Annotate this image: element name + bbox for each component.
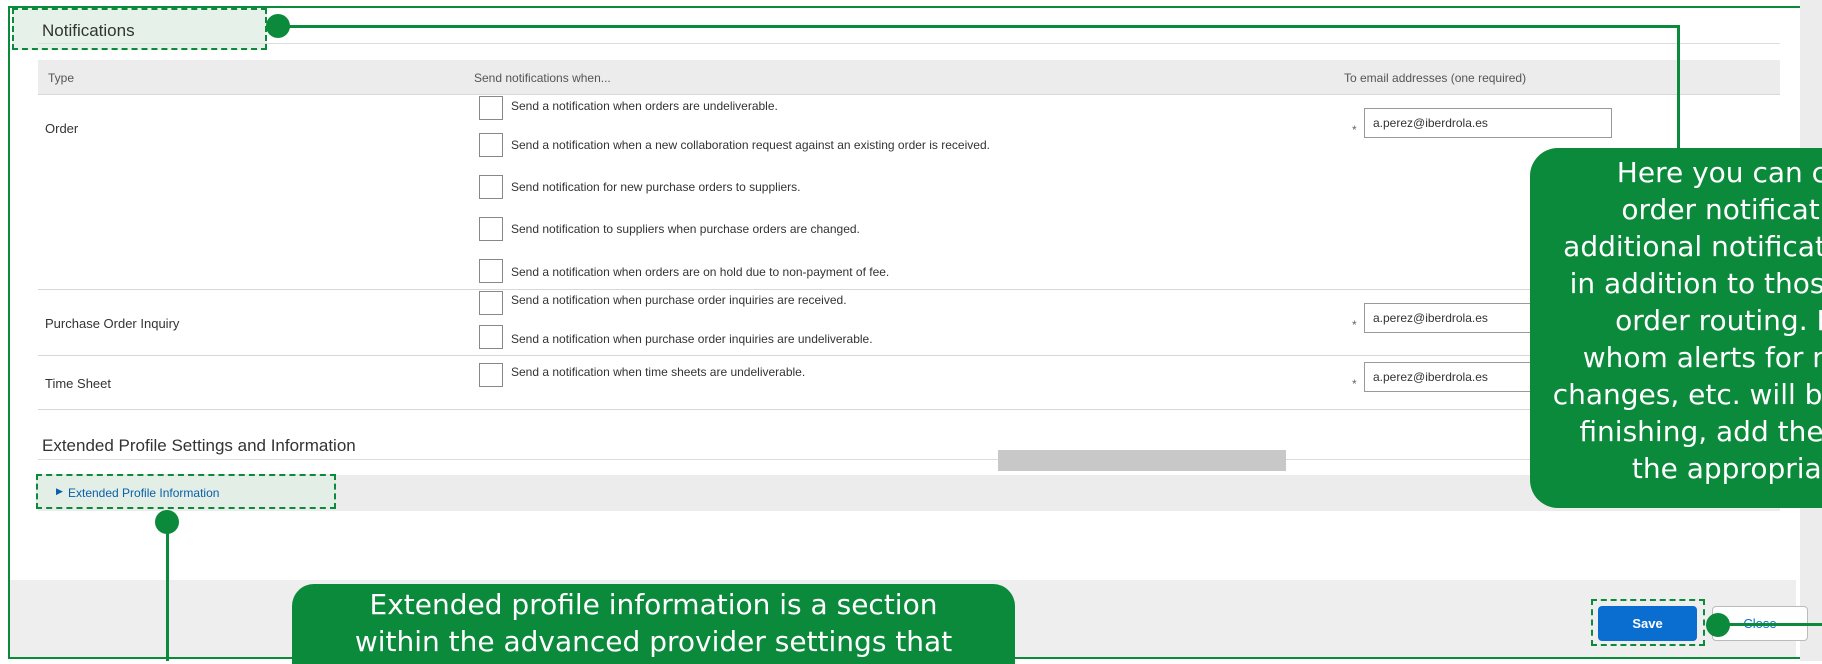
- notifications-table-header: Type Send notifications when... To email…: [38, 60, 1780, 95]
- horizontal-scroll-indicator[interactable]: [998, 450, 1286, 471]
- checkbox-inquiry-received[interactable]: [479, 291, 503, 315]
- callout-connector-line: [1716, 623, 1822, 626]
- required-marker: *: [1352, 318, 1357, 332]
- order-email-field[interactable]: [1364, 108, 1612, 138]
- option-label: Send a notification when purchase order …: [511, 332, 873, 346]
- option-label: Send a notification when orders are unde…: [511, 99, 778, 113]
- callout-line: whom alerts for new orders,: [1582, 341, 1822, 374]
- callout-dot: [1706, 613, 1730, 637]
- option-label: Send notification for new purchase order…: [511, 180, 801, 194]
- row-label-time-sheet: Time Sheet: [45, 376, 111, 391]
- checkbox-inquiry-undeliverable[interactable]: [479, 325, 503, 349]
- checkbox-order-new-po[interactable]: [479, 175, 503, 199]
- checkbox-timesheet-undeliverable[interactable]: [479, 363, 503, 387]
- option-label: Send a notification when orders are on h…: [511, 265, 890, 279]
- row-divider: [38, 409, 1780, 410]
- option-label: Send a notification when a new collabora…: [511, 138, 990, 152]
- extended-profile-link-label: Extended Profile Information: [68, 486, 220, 500]
- callout-connector-line: [166, 522, 169, 661]
- column-header-emails: To email addresses (one required): [1344, 71, 1527, 85]
- row-label-order: Order: [45, 121, 79, 136]
- extended-profile-link[interactable]: ▶ Extended Profile Information: [36, 474, 336, 509]
- callout-line: Here you can configure: [1616, 156, 1822, 189]
- option-label: Send notification to suppliers when purc…: [511, 222, 860, 236]
- divider: [38, 43, 1780, 44]
- row-label-po-inquiry: Purchase Order Inquiry: [45, 316, 180, 331]
- checkbox-order-po-changed[interactable]: [479, 217, 503, 241]
- column-header-send-when: Send notifications when...: [474, 71, 611, 85]
- option-label: Send a notification when time sheets are…: [511, 365, 806, 379]
- expand-triangle-icon: ▶: [56, 486, 63, 496]
- row-divider: [38, 355, 1780, 356]
- callout-line: order notifications and: [1621, 193, 1822, 226]
- checkbox-order-undeliverable[interactable]: [479, 96, 503, 120]
- callout-line: in addition to those defined in: [1569, 267, 1822, 300]
- callout-dot: [266, 14, 290, 38]
- callout-line: order routing. Define to: [1615, 304, 1822, 337]
- callout-connector-line: [1677, 25, 1680, 149]
- callout-dot: [155, 510, 179, 534]
- save-button[interactable]: Save: [1598, 606, 1697, 641]
- callout-line: the appropriate field.: [1631, 452, 1822, 485]
- callout-line: additional notification contacts: [1563, 230, 1822, 263]
- checkbox-order-collaboration[interactable]: [479, 133, 503, 157]
- callout-line: changes, etc. will be sent. When: [1552, 378, 1822, 411]
- notifications-title-text: Notifications: [42, 21, 135, 40]
- callout-line: within the advanced provider settings th…: [354, 625, 953, 658]
- callout-line: Extended profile information is a sectio…: [369, 588, 938, 621]
- row-divider: [38, 289, 1780, 290]
- extended-profile-callout: Extended profile information is a sectio…: [292, 584, 1015, 664]
- extended-profile-section-title: Extended Profile Settings and Informatio…: [42, 436, 356, 455]
- notifications-callout: Here you can configure order notificatio…: [1530, 148, 1822, 508]
- column-header-type: Type: [48, 71, 75, 85]
- required-marker: *: [1352, 123, 1357, 137]
- option-label: Send a notification when purchase order …: [511, 293, 847, 307]
- checkbox-order-on-hold[interactable]: [479, 259, 503, 283]
- required-marker: *: [1352, 377, 1357, 391]
- callout-connector-line: [276, 25, 1680, 28]
- callout-line: finishing, add the email(s) in: [1579, 415, 1822, 448]
- divider: [38, 459, 1780, 460]
